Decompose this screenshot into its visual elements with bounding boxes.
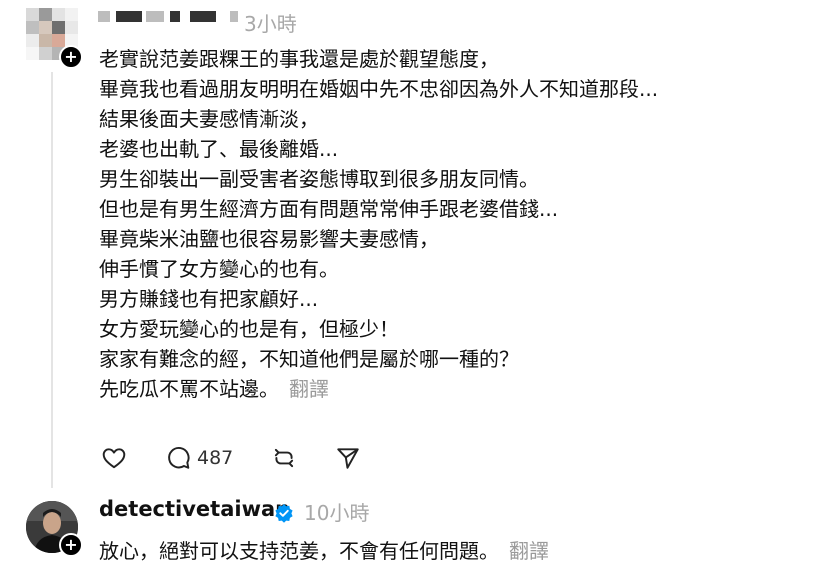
- comment-line: 畢竟柴米油鹽也很容易影響夫妻感情，: [99, 227, 439, 251]
- reply-body: 放心，絕對可以支持范姜，不會有任何問題。 翻譯: [99, 535, 549, 564]
- translate-link[interactable]: 翻譯: [289, 377, 329, 401]
- repost-icon: [275, 448, 294, 468]
- repost-button[interactable]: [271, 445, 297, 471]
- reply-text: 放心，絕對可以支持范姜，不會有任何問題。: [99, 539, 499, 563]
- username-redacted: [190, 11, 216, 22]
- heart-icon: [102, 448, 126, 469]
- thread-line: [51, 72, 53, 488]
- like-button[interactable]: [101, 445, 127, 471]
- follow-plus-icon[interactable]: +: [59, 45, 83, 69]
- comment-line: 女方愛玩變心的也是有，但極少！: [99, 317, 399, 341]
- comment-icon: [168, 446, 190, 469]
- username-redacted: [116, 11, 142, 22]
- share-icon: [337, 448, 359, 469]
- comment-line: 畢竟我也看過朋友明明在婚姻中先不忠卻因為外人不知道那段...: [99, 77, 659, 101]
- comment-line: 但也是有男生經濟方面有問題常常伸手跟老婆借錢...: [99, 197, 559, 221]
- comment-body: 老實說范姜跟粿王的事我還是處於觀望態度， 畢竟我也看過朋友明明在婚姻中先不忠卻因…: [99, 44, 799, 404]
- translate-link[interactable]: 翻譯: [509, 539, 549, 563]
- comment-line: 男方賺錢也有把家顧好...: [99, 287, 319, 311]
- reply-username[interactable]: detectivetaiwan: [99, 497, 290, 521]
- username-redacted: [98, 11, 110, 22]
- comment-line: 男生卻裝出一副受害者姿態博取到很多朋友同情。: [99, 167, 539, 191]
- follow-plus-icon[interactable]: +: [59, 533, 83, 557]
- comment-actions: 487: [101, 444, 361, 472]
- comment-line-last: 先吃瓜不罵不站邊。 翻譯: [99, 374, 799, 404]
- reply-time: 10小時: [304, 501, 370, 525]
- comment-line: 家家有難念的經，不知道他們是屬於哪一種的？: [99, 347, 519, 371]
- reply-button[interactable]: 487: [165, 445, 233, 471]
- reply-count: 487: [197, 447, 234, 469]
- share-button[interactable]: [335, 445, 361, 471]
- comment-line: 老婆也出軌了、最後離婚...: [99, 137, 339, 161]
- username-redacted: [230, 11, 238, 22]
- comment-line: 老實說范姜跟粿王的事我還是處於觀望態度，: [99, 47, 499, 71]
- comment-line: 伸手慣了女方變心的也有。: [99, 257, 339, 281]
- comment-time: 3小時: [244, 12, 297, 36]
- comment-line: 結果後面夫妻感情漸淡，: [99, 107, 319, 131]
- verified-badge-icon: [275, 504, 293, 523]
- username-redacted: [170, 11, 180, 22]
- username-redacted: [146, 11, 164, 22]
- comment-line: 先吃瓜不罵不站邊。: [99, 377, 279, 401]
